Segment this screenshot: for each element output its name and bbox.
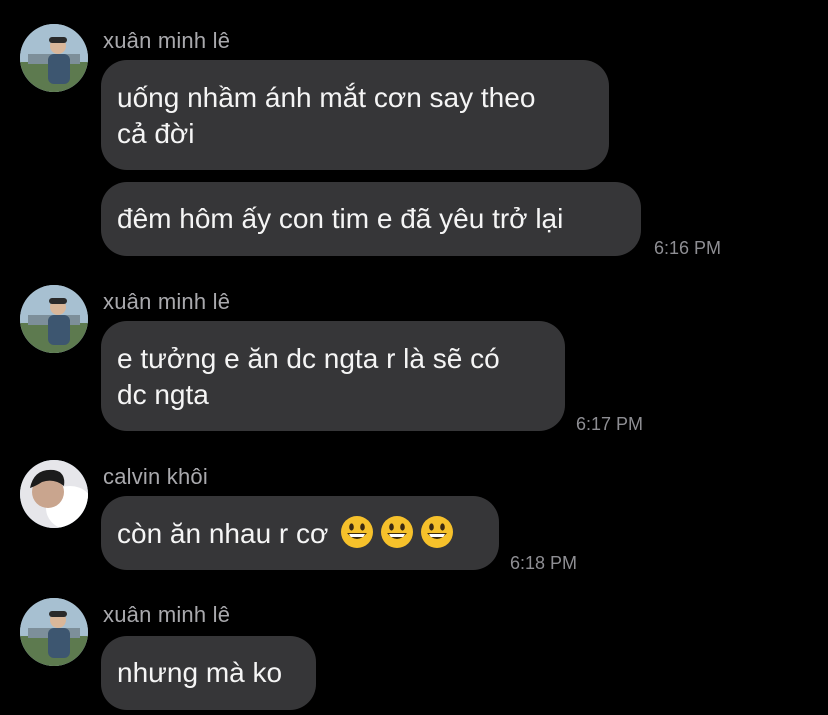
message-timestamp: 6:17 PM [576, 414, 644, 434]
message-text: cả đời [117, 118, 195, 149]
message-text: đêm hôm ấy con tim e đã yêu trở lại [117, 203, 564, 234]
avatar-calvin-khoi[interactable] [20, 460, 88, 528]
avatar-photo [20, 598, 88, 666]
sender-name: calvin khôi [103, 464, 208, 489]
message-text: dc ngta [117, 379, 209, 410]
message-bubble[interactable]: đêm hôm ấy con tim e đã yêu trở lại [101, 182, 641, 256]
message-timestamp: 6:18 PM [510, 553, 578, 573]
grinning-face-icon [380, 515, 414, 549]
sender-name: xuân minh lê [103, 28, 231, 53]
message-bubble[interactable]: còn ăn nhau r cơ [101, 496, 499, 570]
message-text: e tưởng e ăn dc ngta r là sẽ có [117, 343, 500, 374]
message-timestamp: 6:16 PM [654, 238, 722, 258]
message-text: nhưng mà ko [117, 657, 283, 688]
sender-name: xuân minh lê [103, 602, 231, 627]
message-text: uống nhầm ánh mắt cơn say theo [117, 82, 536, 113]
avatar-photo [20, 460, 88, 528]
grinning-face-icon [340, 515, 374, 549]
message-bubble[interactable]: uống nhầm ánh mắt cơn say theo cả đời [101, 60, 609, 170]
sender-name: xuân minh lê [103, 289, 231, 314]
grinning-face-icon [420, 515, 454, 549]
message-text: còn ăn nhau r cơ [117, 515, 483, 552]
message-bubble[interactable]: nhưng mà ko [101, 636, 316, 710]
avatar-xuan-minh-le[interactable] [20, 285, 88, 353]
avatar-xuan-minh-le[interactable] [20, 24, 88, 92]
avatar-xuan-minh-le[interactable] [20, 598, 88, 666]
avatar-photo [20, 24, 88, 92]
message-text-content: còn ăn nhau r cơ [117, 518, 329, 549]
avatar-photo [20, 285, 88, 353]
message-bubble[interactable]: e tưởng e ăn dc ngta r là sẽ có dc ngta [101, 321, 565, 431]
